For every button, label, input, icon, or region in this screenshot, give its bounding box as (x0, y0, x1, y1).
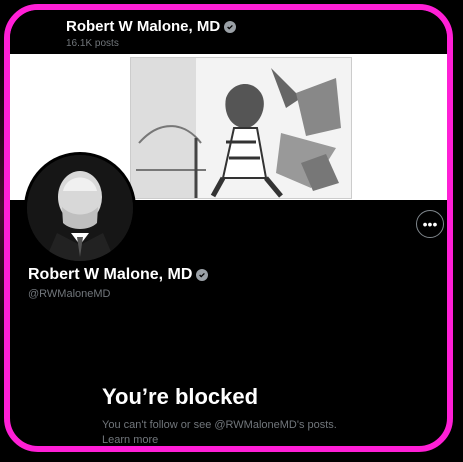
blocked-message-block: You can't follow or see @RWMaloneMD's po… (102, 418, 372, 446)
header-profile-name: Robert W Malone, MD (66, 18, 221, 35)
header-name-row: Robert W Malone, MD (66, 18, 237, 35)
profile-name: Robert W Malone, MD (28, 266, 193, 283)
blocked-title: You’re blocked (102, 384, 259, 409)
profile-header: Robert W Malone, MD 16.1K posts (10, 10, 447, 56)
more-options-icon: ••• (422, 216, 438, 232)
banner-illustration (130, 57, 352, 199)
profile-name-row: Robert W Malone, MD (28, 266, 209, 284)
blocked-message: You can't follow or see @RWMaloneMD's po… (102, 419, 337, 431)
profile-frame: Robert W Malone, MD 16.1K posts ••• Robe… (4, 4, 453, 452)
profile-handle: @RWMaloneMD (28, 288, 111, 300)
learn-more-link[interactable]: Learn more (102, 434, 158, 446)
verified-badge-icon (224, 20, 237, 33)
post-count: 16.1K posts (66, 38, 119, 49)
more-options-button[interactable]: ••• (416, 210, 444, 238)
verified-badge-icon (196, 269, 209, 281)
profile-avatar[interactable] (24, 152, 136, 264)
